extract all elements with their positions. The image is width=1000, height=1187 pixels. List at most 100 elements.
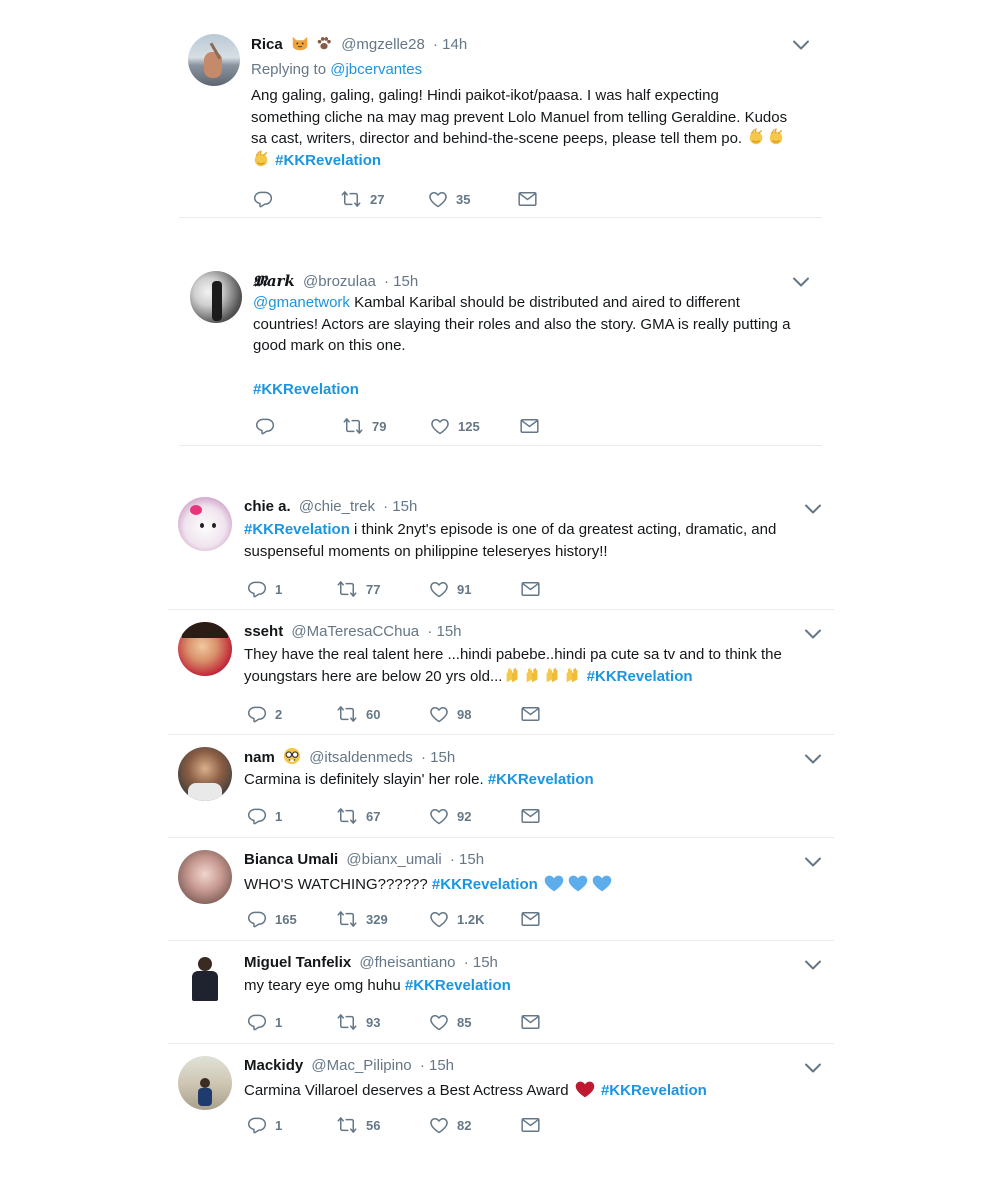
handle[interactable]: @MaTeresaCChua xyxy=(291,623,419,640)
avatar[interactable] xyxy=(178,747,232,801)
hashtag-link[interactable]: #KKRevelation xyxy=(432,876,538,893)
hashtag-link[interactable]: #KKRevelation xyxy=(405,977,511,994)
timestamp[interactable]: · 14h xyxy=(433,36,467,53)
reply-button[interactable]: 1 xyxy=(247,805,282,827)
chevron-down-icon[interactable] xyxy=(804,627,822,641)
retweet-button[interactable]: 67 xyxy=(336,805,380,827)
like-button[interactable]: 82 xyxy=(429,1114,471,1136)
chevron-down-icon[interactable] xyxy=(804,752,822,766)
reply-button[interactable]: 1 xyxy=(247,1114,282,1136)
retweet-button[interactable]: 93 xyxy=(336,1011,380,1033)
chevron-down-icon[interactable] xyxy=(804,855,822,869)
like-button[interactable]: 125 xyxy=(430,415,480,437)
hashtag-link[interactable]: #KKRevelation xyxy=(587,668,693,685)
text-line: countries! Actors are slaying their role… xyxy=(253,315,791,333)
direct-message-button[interactable] xyxy=(520,703,541,725)
display-name[interactable]: 𝕸ark xyxy=(253,272,295,290)
hashtag-link[interactable]: #KKRevelation xyxy=(253,381,359,398)
hashtag-link[interactable]: #KKRevelation xyxy=(244,521,350,538)
tweet[interactable]: Mackidy @Mac_Pilipino · 15h Carmina Vill… xyxy=(178,1056,828,1142)
chevron-down-icon[interactable] xyxy=(804,1061,822,1075)
tweet[interactable]: Bianca Umali @bianx_umali · 15h WHO'S WA… xyxy=(178,850,828,936)
direct-message-button[interactable] xyxy=(520,1114,541,1136)
tweet[interactable]: 𝕸ark @brozulaa · 15h @gmanetwork Kambal … xyxy=(190,271,830,441)
handle[interactable]: @brozulaa xyxy=(303,273,376,290)
handle[interactable]: @chie_trek xyxy=(299,498,375,515)
avatar[interactable] xyxy=(178,1056,232,1110)
chevron-down-icon[interactable] xyxy=(804,958,822,972)
direct-message-button[interactable] xyxy=(517,188,538,210)
replying-to: Replying to @jbcervantes xyxy=(251,60,422,80)
like-button[interactable]: 35 xyxy=(428,188,470,210)
reply-count: 165 xyxy=(275,911,297,927)
tweet[interactable]: nam @itsaldenmeds · 15h Carmina is defin… xyxy=(178,747,828,833)
retweet-button[interactable]: 77 xyxy=(336,578,380,600)
display-name[interactable]: Miguel Tanfelix xyxy=(244,954,351,971)
retweet-button[interactable]: 329 xyxy=(336,908,388,930)
timestamp[interactable]: · 15h xyxy=(450,851,484,868)
tweet-actions: 2 60 98 xyxy=(244,703,544,725)
like-button[interactable]: 91 xyxy=(429,578,471,600)
retweet-button[interactable]: 56 xyxy=(336,1114,380,1136)
tweet[interactable]: sseht @MaTeresaCChua · 15h They have the… xyxy=(178,622,828,730)
display-name[interactable]: Bianca Umali xyxy=(244,851,338,868)
direct-message-button[interactable] xyxy=(520,908,541,930)
like-button[interactable]: 98 xyxy=(429,703,471,725)
direct-message-button[interactable] xyxy=(519,415,540,437)
retweet-button[interactable]: 79 xyxy=(342,415,386,437)
reply-button[interactable]: 165 xyxy=(247,908,297,930)
like-button[interactable]: 1.2K xyxy=(429,908,484,930)
hashtag-link[interactable]: #KKRevelation xyxy=(275,152,381,169)
avatar[interactable] xyxy=(178,850,232,904)
reply-button[interactable]: 1 xyxy=(247,1011,282,1033)
heart-icon xyxy=(429,1012,449,1032)
mention-link[interactable]: @gmanetwork xyxy=(253,294,350,311)
retweet-button[interactable]: 60 xyxy=(336,703,380,725)
display-name[interactable]: sseht xyxy=(244,623,283,640)
retweet-button[interactable]: 27 xyxy=(340,188,384,210)
reply-button[interactable]: 1 xyxy=(247,578,282,600)
direct-message-button[interactable] xyxy=(520,1011,541,1033)
direct-message-button[interactable] xyxy=(520,578,541,600)
tweet[interactable]: chie a. @chie_trek · 15h #KKRevelation i… xyxy=(178,497,828,605)
chevron-down-icon[interactable] xyxy=(804,502,822,516)
timestamp[interactable]: · 15h xyxy=(427,623,461,640)
avatar[interactable] xyxy=(178,497,232,551)
tweet-actions: 1 77 91 xyxy=(244,578,544,600)
timestamp[interactable]: · 15h xyxy=(420,1057,454,1074)
avatar[interactable] xyxy=(190,271,242,323)
reply-button[interactable]: 2 xyxy=(247,703,282,725)
tweet[interactable]: Miguel Tanfelix @fheisantiano · 15h my t… xyxy=(178,953,828,1039)
avatar[interactable] xyxy=(188,34,240,86)
avatar[interactable] xyxy=(178,953,232,1007)
reply-button[interactable] xyxy=(253,188,281,210)
timestamp[interactable]: · 15h xyxy=(384,273,418,290)
tweet-actions: 1 56 82 xyxy=(244,1114,544,1136)
hashtag-link[interactable]: #KKRevelation xyxy=(488,771,594,788)
reply-button[interactable] xyxy=(255,415,283,437)
handle[interactable]: @itsaldenmeds xyxy=(309,749,413,766)
handle[interactable]: @Mac_Pilipino xyxy=(311,1057,411,1074)
like-button[interactable]: 85 xyxy=(429,1011,471,1033)
display-name[interactable]: Mackidy xyxy=(244,1057,303,1074)
avatar[interactable] xyxy=(178,622,232,676)
hashtag-link[interactable]: #KKRevelation xyxy=(601,1082,707,1099)
timestamp[interactable]: · 15h xyxy=(464,954,498,971)
replying-handle-link[interactable]: @jbcervantes xyxy=(330,61,422,78)
display-name[interactable]: Rica xyxy=(251,36,283,53)
timestamp[interactable]: · 15h xyxy=(383,498,417,515)
like-button[interactable]: 92 xyxy=(429,805,471,827)
timestamp[interactable]: · 15h xyxy=(421,749,455,766)
envelope-icon xyxy=(520,1012,541,1032)
reply-count: 1 xyxy=(275,808,283,824)
direct-message-button[interactable] xyxy=(520,805,541,827)
handle[interactable]: @fheisantiano xyxy=(359,954,455,971)
tweet[interactable]: Rica @mgzelle28 · 14h Replying to @jbcer… xyxy=(188,34,828,224)
reply-count: 1 xyxy=(275,1117,283,1133)
handle[interactable]: @bianx_umali xyxy=(346,851,441,868)
display-name[interactable]: nam xyxy=(244,749,275,766)
chevron-down-icon[interactable] xyxy=(792,38,810,52)
display-name[interactable]: chie a. xyxy=(244,498,291,515)
chevron-down-icon[interactable] xyxy=(792,275,810,289)
handle[interactable]: @mgzelle28 xyxy=(341,36,425,53)
